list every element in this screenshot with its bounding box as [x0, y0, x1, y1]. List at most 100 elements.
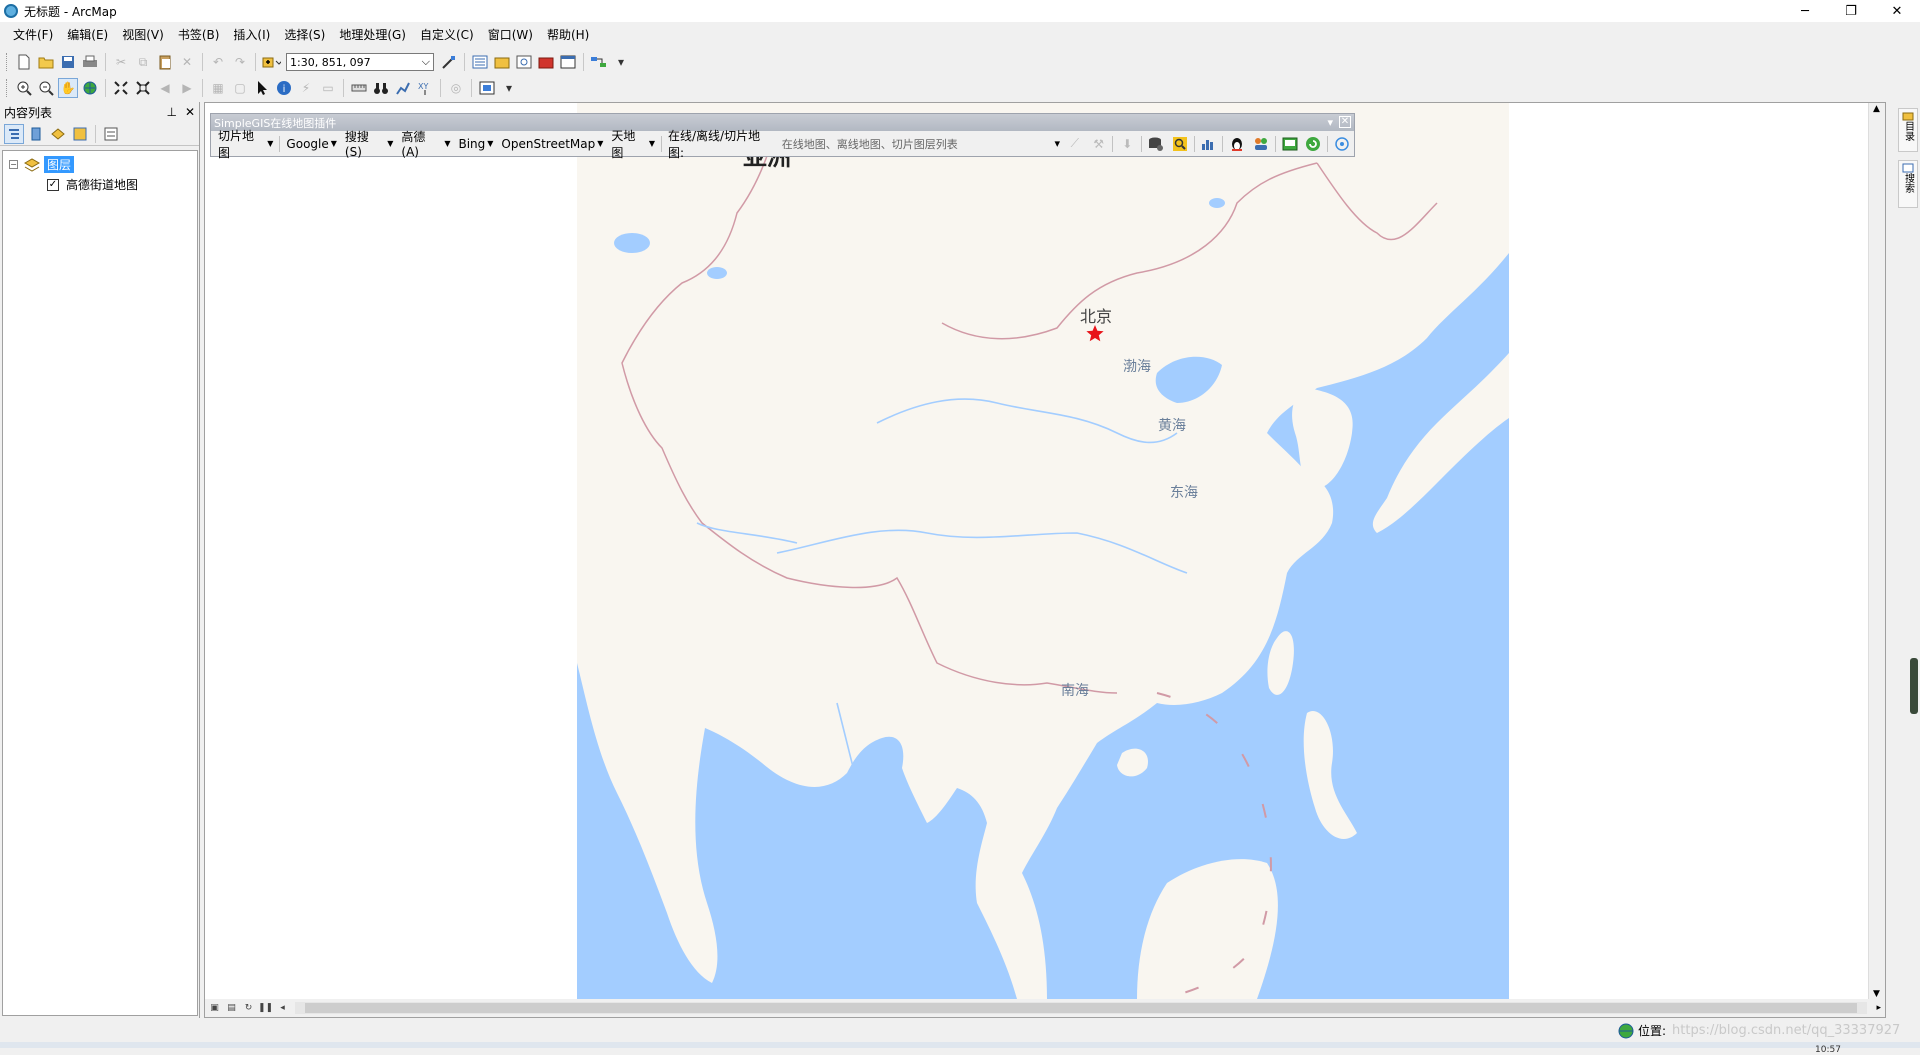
table-of-contents-icon[interactable]	[470, 52, 490, 72]
minimize-button[interactable]: ─	[1782, 0, 1828, 22]
html-popup-icon[interactable]: ▭	[318, 78, 338, 98]
side-handle[interactable]	[1910, 658, 1918, 714]
chevron-down-icon[interactable]: ▾	[1054, 137, 1060, 150]
pan-hand-icon[interactable]: ✋	[58, 78, 78, 98]
search-dock-tab[interactable]: 搜索	[1898, 160, 1918, 208]
scroll-left-icon[interactable]: ◂	[275, 1001, 290, 1015]
info-icon[interactable]	[1332, 134, 1352, 154]
pin-icon[interactable]: ⊥	[166, 105, 176, 119]
horizontal-scrollbar[interactable]	[295, 1002, 1867, 1014]
search-magnifier-icon[interactable]	[1170, 134, 1190, 154]
user-group-icon[interactable]	[1251, 134, 1271, 154]
menu-windows[interactable]: 窗口(W)	[481, 24, 540, 46]
go-to-xy-icon[interactable]: XY	[415, 78, 435, 98]
scroll-right-icon[interactable]: ▸	[1876, 1003, 1881, 1013]
close-icon[interactable]: ✕	[185, 105, 195, 119]
menu-selection[interactable]: 选择(S)	[277, 24, 332, 46]
layer-visibility-checkbox[interactable]: ✓	[47, 178, 59, 191]
time-slider-icon[interactable]: ◎	[446, 78, 466, 98]
delete-icon[interactable]: ✕	[177, 52, 197, 72]
map-view[interactable]: 亚洲 北京 渤海 黄海 东海 南海 ▲ ▼ ▣ ▤ ↻ ❚❚ ◂ ▸	[204, 102, 1886, 1018]
statistics-chart-icon[interactable]	[1199, 134, 1219, 154]
fixed-zoom-out-icon[interactable]	[133, 78, 153, 98]
chevron-down-icon[interactable]: ⌵	[422, 55, 430, 69]
tianditu-dropdown[interactable]: 天地图 ▼	[607, 127, 659, 161]
menu-file[interactable]: 文件(F)	[6, 24, 60, 46]
menu-view[interactable]: 视图(V)	[115, 24, 171, 46]
menu-edit[interactable]: 编辑(E)	[60, 24, 115, 46]
plugin-menu-arrow[interactable]: ▾	[1327, 116, 1333, 129]
menu-geoprocessing[interactable]: 地理处理(G)	[332, 24, 413, 46]
copy-icon[interactable]: ⧉	[133, 52, 153, 72]
menu-customize[interactable]: 自定义(C)	[413, 24, 481, 46]
list-by-source-icon[interactable]	[26, 124, 46, 144]
cut-icon[interactable]: ✂	[111, 52, 131, 72]
refresh-icon[interactable]	[1304, 134, 1324, 154]
horizontal-scroll-thumb[interactable]	[305, 1003, 1857, 1013]
plugin-close-button[interactable]: ✕	[1339, 116, 1351, 128]
draw-line-icon[interactable]: ⟋	[1065, 134, 1085, 154]
collapse-toggle[interactable]: −	[9, 160, 18, 169]
create-viewer-window-icon[interactable]	[477, 78, 497, 98]
edit-tool-icon[interactable]: ⚒	[1089, 134, 1109, 154]
restore-button[interactable]: ❐	[1828, 0, 1874, 22]
full-extent-globe-icon[interactable]	[80, 78, 100, 98]
toolbar-grip[interactable]	[6, 79, 9, 97]
zoom-out-icon[interactable]	[36, 78, 56, 98]
data-view-icon[interactable]: ▣	[207, 1001, 222, 1015]
hyperlink-icon[interactable]: ⚡	[296, 78, 316, 98]
menu-insert[interactable]: 插入(I)	[226, 24, 277, 46]
layer-row[interactable]: ✓ 高德街道地图	[47, 176, 138, 193]
scroll-up-icon[interactable]: ▲	[1873, 104, 1880, 114]
arctoolbox-icon[interactable]	[536, 52, 556, 72]
pause-drawing-icon[interactable]: ❚❚	[258, 1001, 273, 1015]
zoom-in-icon[interactable]	[14, 78, 34, 98]
find-route-icon[interactable]	[393, 78, 413, 98]
catalog-window-icon[interactable]	[492, 52, 512, 72]
clear-selection-icon[interactable]: ▢	[230, 78, 250, 98]
model-builder-icon[interactable]	[589, 52, 609, 72]
paste-icon[interactable]	[155, 52, 175, 72]
back-extent-icon[interactable]: ◀	[155, 78, 175, 98]
print-icon[interactable]	[80, 52, 100, 72]
online-basemap[interactable]: 亚洲 北京 渤海 黄海 东海 南海	[577, 103, 1509, 999]
map-scale-combobox[interactable]: 1:30, 851, 097 ⌵	[286, 53, 434, 71]
menu-bookmarks[interactable]: 书签(B)	[171, 24, 227, 46]
vertical-scrollbar[interactable]: ▲ ▼	[1868, 103, 1885, 1001]
refresh-view-icon[interactable]: ↻	[241, 1001, 256, 1015]
download-icon[interactable]: ⬇	[1117, 134, 1137, 154]
toolbar-overflow-icon[interactable]: ▾	[499, 78, 519, 98]
openstreetmap-dropdown[interactable]: OpenStreetMap ▼	[497, 137, 607, 151]
database-settings-icon[interactable]	[1146, 134, 1166, 154]
open-folder-icon[interactable]	[36, 52, 56, 72]
select-features-icon[interactable]: ▦	[208, 78, 228, 98]
toc-options-icon[interactable]	[101, 124, 121, 144]
soso-dropdown[interactable]: 搜搜(S) ▼	[341, 128, 397, 159]
map-layer-combobox[interactable]: 在线地图、离线地图、切片图层列表 ▾	[779, 135, 1063, 153]
new-document-icon[interactable]	[14, 52, 34, 72]
measure-icon[interactable]	[349, 78, 369, 98]
list-by-visibility-icon[interactable]	[48, 124, 68, 144]
menu-help[interactable]: 帮助(H)	[540, 24, 596, 46]
list-by-drawing-order-icon[interactable]	[4, 123, 24, 144]
toolbar-grip[interactable]	[6, 53, 9, 71]
redo-icon[interactable]: ↷	[230, 52, 250, 72]
catalog-dock-tab[interactable]: 目录	[1898, 108, 1918, 152]
layers-group-row[interactable]: − 图层	[9, 156, 75, 173]
close-button[interactable]: ✕	[1874, 0, 1920, 22]
layout-view-icon[interactable]: ▤	[224, 1001, 239, 1015]
scroll-down-icon[interactable]: ▼	[1873, 989, 1880, 999]
bing-dropdown[interactable]: Bing ▼	[454, 137, 497, 151]
amap-dropdown[interactable]: 高德(A) ▼	[397, 128, 454, 159]
undo-icon[interactable]: ↶	[208, 52, 228, 72]
identify-icon[interactable]: i	[274, 78, 294, 98]
toolbar-overflow-icon[interactable]: ▾	[611, 52, 631, 72]
editor-toolbar-icon[interactable]	[439, 52, 459, 72]
qq-penguin-icon[interactable]	[1227, 134, 1247, 154]
layer-name[interactable]: 高德街道地图	[66, 176, 138, 193]
google-dropdown[interactable]: Google ▼	[282, 137, 340, 151]
python-window-icon[interactable]	[558, 52, 578, 72]
fixed-zoom-in-icon[interactable]	[111, 78, 131, 98]
find-binoculars-icon[interactable]	[371, 78, 391, 98]
layers-group-label[interactable]: 图层	[44, 156, 75, 173]
